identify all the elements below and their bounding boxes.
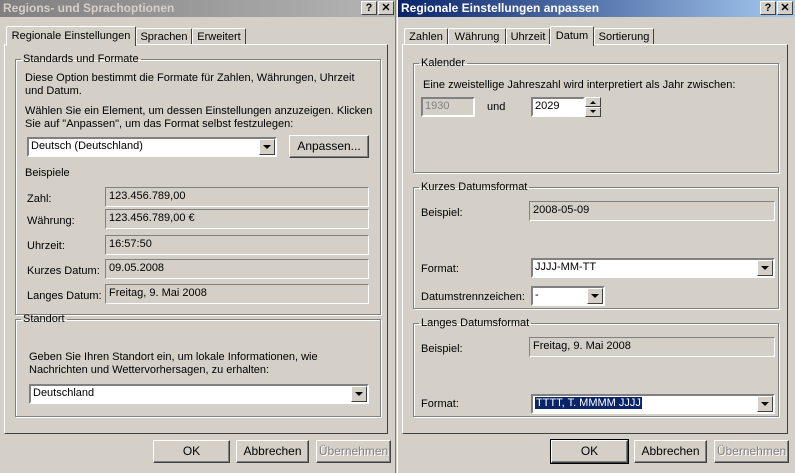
chevron-down-icon[interactable] — [757, 396, 773, 412]
standards-legend: Standards und Formate — [23, 53, 139, 65]
short-date-example-label: Beispiel: — [421, 207, 463, 219]
customize-button[interactable]: Anpassen... — [289, 135, 369, 158]
location-value: Deutschland — [33, 387, 95, 399]
long-date-format-label: Format: — [421, 398, 459, 410]
separator-label: Datumstrennzeichen: — [421, 291, 525, 303]
date-panel: Kalender Eine zweistellige Jahreszahl wi… — [402, 44, 788, 434]
cancel-button[interactable]: Abbrechen — [634, 440, 707, 463]
examples-heading: Beispiele — [25, 167, 70, 179]
calendar-legend: Kalender — [421, 57, 466, 69]
short-date-format-label: Format: — [421, 263, 459, 275]
customize-dialog-title: Regionale Einstellungen anpassen — [401, 1, 600, 15]
separator-value: - — [535, 289, 539, 301]
chevron-down-icon[interactable] — [587, 288, 603, 304]
regions-dialog-title: Regions- und Sprachoptionen — [3, 1, 175, 15]
regions-dialog-titlebar[interactable]: Regions- und Sprachoptionen ? ✕ — [0, 0, 395, 17]
apply-button[interactable]: Übernehmen — [316, 440, 391, 463]
year-spinner[interactable] — [585, 97, 601, 117]
example-value-short-date: 09.05.2008 — [105, 259, 369, 279]
calendar-description: Eine zweistellige Jahreszahl wird interp… — [423, 79, 736, 91]
ok-button[interactable]: OK — [550, 439, 629, 464]
example-label-number: Zahl: — [27, 193, 52, 205]
example-value-currency: 123.456.789,00 € — [105, 209, 369, 229]
standards-instruction: Wählen Sie ein Element, um dessen Einste… — [25, 105, 373, 130]
tab-currency[interactable]: Währung — [448, 28, 506, 45]
example-value-number: 123.456.789,00 — [105, 187, 369, 207]
long-date-example-label: Beispiel: — [421, 343, 463, 355]
tab-numbers[interactable]: Zahlen — [404, 28, 448, 45]
long-date-format-value: TTTT, T. MMMM JJJJ — [535, 397, 642, 409]
tab-regional-settings[interactable]: Regionale Einstellungen — [6, 26, 136, 46]
long-date-legend: Langes Datumsformat — [421, 317, 530, 329]
long-date-format-dropdown[interactable]: TTTT, T. MMMM JJJJ — [531, 394, 775, 414]
locale-value: Deutsch (Deutschland) — [31, 140, 143, 152]
example-label-long-date: Langes Datum: — [27, 290, 102, 302]
example-label-short-date: Kurzes Datum: — [27, 265, 100, 277]
locale-dropdown[interactable]: Deutsch (Deutschland) — [27, 137, 277, 157]
to-year-field[interactable]: 2029 — [531, 97, 585, 117]
tab-date[interactable]: Datum — [550, 26, 594, 46]
chevron-down-icon[interactable] — [757, 260, 773, 276]
short-date-format-value: JJJJ-MM-TT — [535, 261, 597, 273]
from-year-field: 1930 — [421, 97, 475, 117]
example-label-time: Uhrzeit: — [27, 240, 65, 252]
chevron-down-icon[interactable] — [259, 139, 275, 155]
help-button[interactable]: ? — [361, 1, 377, 15]
standards-description: Diese Option bestimmt die Formate für Za… — [25, 72, 355, 97]
location-legend: Standort — [23, 313, 65, 325]
tab-time[interactable]: Uhrzeit — [506, 28, 550, 45]
apply-button[interactable]: Übernehmen — [714, 440, 789, 463]
spin-down-icon[interactable] — [585, 107, 601, 117]
customize-regional-dialog: Regionale Einstellungen anpassen ? ✕ Zah… — [397, 0, 795, 473]
and-label: und — [487, 101, 506, 113]
short-date-example-value: 2008-05-09 — [529, 201, 775, 221]
example-value-long-date: Freitag, 9. Mai 2008 — [105, 284, 369, 304]
long-date-example-value: Freitag, 9. Mai 2008 — [529, 337, 775, 357]
tab-languages[interactable]: Sprachen — [136, 28, 192, 45]
regional-settings-panel: Standards und Formate Diese Option besti… — [4, 44, 388, 434]
location-dropdown[interactable]: Deutschland — [29, 384, 369, 404]
customize-dialog-titlebar[interactable]: Regionale Einstellungen anpassen ? ✕ — [398, 0, 795, 17]
close-button[interactable]: ✕ — [378, 1, 394, 15]
chevron-down-icon[interactable] — [351, 386, 367, 402]
short-date-legend: Kurzes Datumsformat — [421, 181, 528, 193]
close-button[interactable]: ✕ — [777, 1, 793, 15]
ok-button[interactable]: OK — [153, 440, 230, 463]
location-description: Geben Sie Ihren Standort ein, um lokale … — [29, 351, 318, 376]
help-button[interactable]: ? — [760, 1, 776, 15]
tab-advanced[interactable]: Erweitert — [192, 28, 246, 45]
separator-dropdown[interactable]: - — [531, 286, 605, 306]
tab-sorting[interactable]: Sortierung — [594, 28, 654, 45]
example-value-time: 16:57:50 — [105, 235, 369, 255]
regions-dialog: Regions- und Sprachoptionen ? ✕ Regional… — [0, 0, 396, 473]
cancel-button[interactable]: Abbrechen — [236, 440, 309, 463]
short-date-format-dropdown[interactable]: JJJJ-MM-TT — [531, 258, 775, 278]
example-label-currency: Währung: — [27, 215, 75, 227]
spin-up-icon[interactable] — [585, 97, 601, 107]
